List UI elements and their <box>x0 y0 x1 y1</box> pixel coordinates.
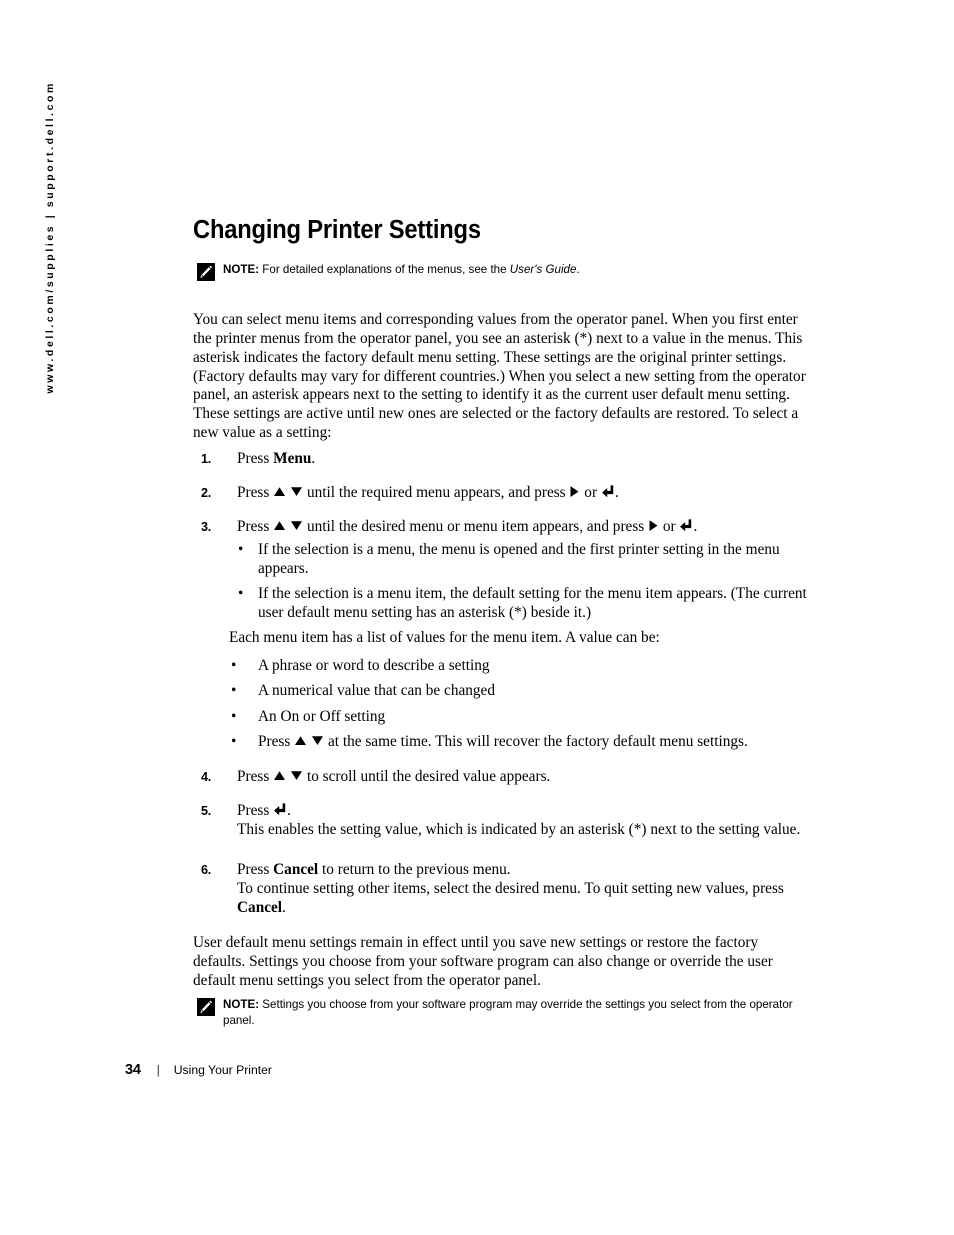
step-1-pre: Press <box>237 450 274 467</box>
page-title: Changing Printer Settings <box>193 216 481 244</box>
step-2-seg3: or <box>580 484 601 501</box>
side-url-text: www.dell.com/supplies | support.dell.com <box>44 81 56 394</box>
bullet-dot-icon: • <box>231 682 237 700</box>
step-6-continuation: To continue setting other items, select … <box>237 880 818 918</box>
step-6-post: to return to the previous menu. <box>318 861 511 878</box>
step-4-seg1: Press <box>237 768 274 785</box>
bullet-4-seg1: Press <box>258 733 295 751</box>
step-5-seg2: . <box>287 802 291 819</box>
page-footer: 34 | Using Your Printer <box>125 1062 272 1078</box>
tail-paragraph: User default menu settings remain in eff… <box>193 934 773 989</box>
step-1-number: 1. <box>201 452 211 466</box>
step-6-number: 6. <box>201 863 211 877</box>
note-bottom-body: NOTE: Settings you choose from your soft… <box>223 997 822 1028</box>
step-5-number: 5. <box>201 804 211 818</box>
each-menu-item-text: Each menu item has a list of values for … <box>229 629 660 646</box>
list-item: • If the selection is a menu, the menu i… <box>193 541 818 579</box>
note-top-italic: User's Guide <box>509 263 577 276</box>
step-1-text: Press Menu. <box>237 450 818 469</box>
step-1-post: . <box>311 450 316 467</box>
step-4-number: 4. <box>201 770 211 784</box>
down-arrow-icon <box>290 485 303 498</box>
step-3-seg1: Press <box>237 518 274 535</box>
list-item: • Press at the same time. This will reco… <box>193 733 818 752</box>
list-item-text: An On or Off setting <box>258 707 386 725</box>
list-item: • A numerical value that can be changed <box>193 682 818 701</box>
step-3: 3. Press until the desired menu or menu … <box>193 518 818 537</box>
note-top-body: NOTE: For detailed explanations of the m… <box>223 262 580 278</box>
note-bottom-label: NOTE: <box>223 998 260 1011</box>
step-3-seg4: . <box>693 518 698 535</box>
right-arrow-icon <box>648 519 659 532</box>
step-3-seg2: until the desired menu or menu item appe… <box>303 518 649 535</box>
note-pencil-icon <box>197 263 215 281</box>
step-5-text: Press . <box>237 802 818 821</box>
footer-page-number: 34 <box>125 1062 141 1078</box>
step-6-cont-pre: To continue setting other items, select … <box>237 879 784 897</box>
value-bullet-list: • A phrase or word to describe a setting… <box>193 657 818 758</box>
footer-section-label: Using Your Printer <box>173 1063 272 1077</box>
step-3-text: Press until the desired menu or menu ite… <box>237 518 818 537</box>
list-item-text: If the selection is a menu item, the def… <box>258 585 807 622</box>
step-3-seg3: or <box>659 518 680 535</box>
down-arrow-icon <box>290 519 303 532</box>
list-item-text: If the selection is a menu, the menu is … <box>258 541 780 577</box>
note-pencil-icon <box>197 998 215 1016</box>
step-5-continuation: This enables the setting value, which is… <box>237 820 801 838</box>
enter-return-icon <box>601 484 615 498</box>
enter-return-icon <box>273 802 287 816</box>
selection-bullet-list: • If the selection is a menu, the menu i… <box>193 541 818 629</box>
note-callout-bottom: NOTE: Settings you choose from your soft… <box>197 997 822 1028</box>
list-item-text: Press at the same time. This will recove… <box>258 733 818 752</box>
bullet-dot-icon: • <box>238 541 244 558</box>
cancel-button-label-2: Cancel <box>237 898 283 916</box>
down-arrow-icon <box>311 734 324 747</box>
step-6-pre: Press <box>237 861 274 878</box>
bullet-dot-icon: • <box>231 657 237 674</box>
right-arrow-icon <box>569 485 580 498</box>
up-arrow-icon <box>294 734 307 747</box>
note-top-text-after: . <box>576 263 580 276</box>
enter-return-icon <box>679 518 693 532</box>
list-item-text: A numerical value that can be changed <box>258 682 495 700</box>
note-top-label: NOTE: <box>223 263 260 276</box>
side-url-tab: www.dell.com/supplies | support.dell.com <box>0 0 56 1235</box>
list-item-text: A phrase or word to describe a setting <box>258 657 490 674</box>
step-3-number: 3. <box>201 520 211 534</box>
step-1: 1. Press Menu. <box>193 450 818 469</box>
list-item: • A phrase or word to describe a setting <box>193 657 818 676</box>
step-6: 6. Press Cancel to return to the previou… <box>193 861 818 918</box>
bullet-dot-icon: • <box>231 733 237 751</box>
list-item: • An On or Off setting <box>193 708 818 727</box>
up-arrow-icon <box>273 485 286 498</box>
step-6-text: Press Cancel to return to the previous m… <box>237 861 818 880</box>
up-arrow-icon <box>273 519 286 532</box>
step-2-seg1: Press <box>237 484 274 501</box>
step-2-text: Press until the required menu appears, a… <box>237 484 818 503</box>
step-4: 4. Press to scroll until the desired val… <box>193 768 818 787</box>
step-5: 5. Press . This enables the setting valu… <box>193 802 818 840</box>
cancel-button-label: Cancel <box>273 861 319 878</box>
bullet-dot-icon: • <box>238 585 244 603</box>
step-2-number: 2. <box>201 486 211 500</box>
step-4-seg2: to scroll until the desired value appear… <box>303 768 551 785</box>
step-5-seg1: Press <box>237 802 274 819</box>
down-arrow-icon <box>290 769 303 782</box>
note-bottom-text: Settings you choose from your software p… <box>223 998 793 1027</box>
note-callout-top: NOTE: For detailed explanations of the m… <box>197 262 797 281</box>
intro-paragraph: You can select menu items and correspond… <box>193 311 806 442</box>
step-4-text: Press to scroll until the desired value … <box>237 768 818 787</box>
bullet-dot-icon: • <box>231 707 237 725</box>
note-top-text-before: For detailed explanations of the menus, … <box>259 263 510 276</box>
step-2: 2. Press until the required menu appears… <box>193 484 818 503</box>
menu-button-label: Menu <box>273 450 312 467</box>
bullet-4-seg2: at the same time. This will recover the … <box>324 733 748 751</box>
step-2-seg4: . <box>614 484 619 501</box>
each-menu-item-paragraph: Each menu item has a list of values for … <box>193 629 793 648</box>
step-2-seg2: until the required menu appears, and pre… <box>303 484 570 501</box>
list-item: • If the selection is a menu item, the d… <box>193 585 818 623</box>
step-6-cont-post: . <box>282 898 286 916</box>
footer-separator: | <box>156 1065 160 1077</box>
up-arrow-icon <box>273 769 286 782</box>
